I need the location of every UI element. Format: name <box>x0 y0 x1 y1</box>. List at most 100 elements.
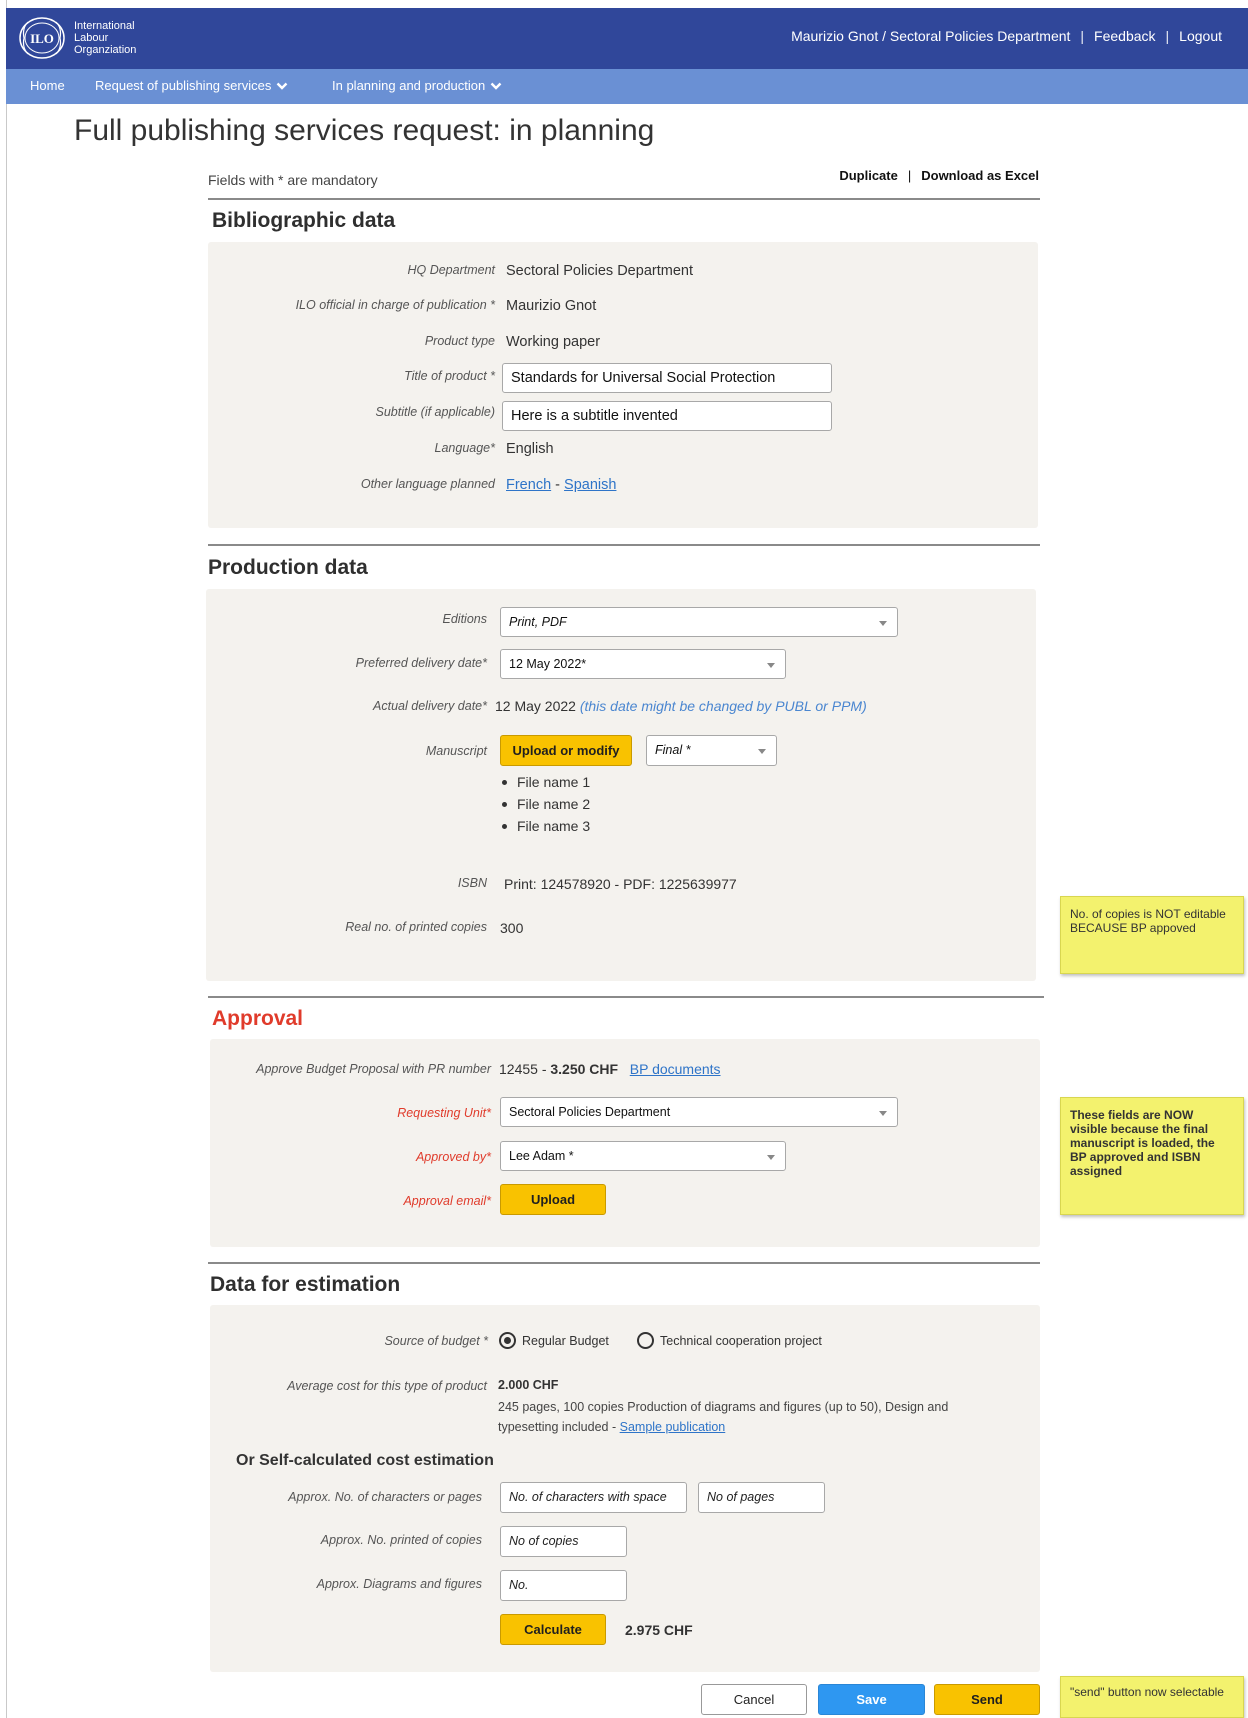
source-of-budget-label: Source of budget * <box>384 1334 488 1348</box>
language-value: English <box>506 441 554 457</box>
chevron-down-icon <box>490 82 502 90</box>
technical-cooperation-radio[interactable]: Technical cooperation project <box>637 1332 822 1349</box>
user-profile-link[interactable]: Maurizio Gnot / Sectoral Policies Depart… <box>791 28 1070 44</box>
editions-label: Editions <box>442 612 487 626</box>
separator: | <box>1080 28 1085 44</box>
approved-by-label: Approved by* <box>415 1150 491 1164</box>
upload-approval-email-button[interactable]: Upload <box>500 1184 606 1215</box>
file-name: File name 2 <box>517 796 591 812</box>
list-item[interactable]: File name 1 <box>502 771 590 793</box>
other-language-label: Other language planned <box>360 477 495 491</box>
bp-label: Approve Budget Proposal with PR number <box>256 1062 491 1076</box>
nav-home[interactable]: Home <box>30 78 65 93</box>
nav-request-menu[interactable]: Request of publishing services <box>95 78 288 93</box>
product-type-label: Product type <box>424 334 495 348</box>
send-button[interactable]: Send <box>934 1684 1040 1715</box>
official-value: Maurizio Gnot <box>506 298 597 314</box>
actual-date-hint: (this date might be changed by PUBL or P… <box>579 698 867 714</box>
copies-value: 300 <box>500 920 524 936</box>
page-title: Full publishing services request: in pla… <box>74 114 655 147</box>
save-button[interactable]: Save <box>818 1684 925 1715</box>
editions-value: Print, PDF <box>509 615 567 629</box>
calculate-button[interactable]: Calculate <box>500 1614 606 1645</box>
sticky-note-send: "send" button now selectable <box>1060 1676 1244 1718</box>
actual-date-value: 12 May 2022 (this date might be changed … <box>495 698 867 714</box>
manuscript-status-value: Final * <box>655 743 691 757</box>
manuscript-status-select[interactable]: Final * <box>646 735 777 766</box>
user-links: Maurizio Gnot / Sectoral Policies Depart… <box>791 28 1222 44</box>
preferred-date-label: Preferred delivery date* <box>355 656 487 670</box>
requesting-unit-value: Sectoral Policies Department <box>509 1105 671 1119</box>
nav-planning-menu[interactable]: In planning and production <box>332 78 502 93</box>
printed-copies-input[interactable]: No of copies <box>500 1526 627 1557</box>
top-actions: Duplicate | Download as Excel <box>839 168 1039 183</box>
file-name: File name 1 <box>517 774 591 790</box>
subtitle-input[interactable]: Here is a subtitle invented <box>502 401 832 431</box>
dropdown-caret-icon <box>879 1111 887 1116</box>
isbn-label: ISBN <box>457 876 487 890</box>
divider <box>208 198 1040 200</box>
language-separator: - <box>555 477 561 493</box>
product-title-input[interactable]: Standards for Universal Social Protectio… <box>502 363 832 393</box>
download-excel-link[interactable]: Download as Excel <box>921 168 1039 183</box>
dropdown-caret-icon <box>767 1155 775 1160</box>
calculated-result: 2.975 CHF <box>625 1622 693 1638</box>
hq-department-value: Sectoral Policies Department <box>506 263 693 279</box>
spanish-link[interactable]: Spanish <box>564 477 616 493</box>
file-name: File name 3 <box>517 818 591 834</box>
top-header: ILO International Labour Organziation Ma… <box>6 8 1248 69</box>
sticky-note-visible-fields: These fields are NOW visible because the… <box>1060 1097 1244 1215</box>
separator: | <box>907 168 912 183</box>
actual-date-label: Actual delivery date* <box>373 699 487 713</box>
dropdown-caret-icon <box>767 663 775 668</box>
characters-input[interactable]: No. of characters with space <box>500 1482 687 1513</box>
chevron-down-icon <box>276 82 288 90</box>
editions-select[interactable]: Print, PDF <box>500 607 898 637</box>
bp-documents-link[interactable]: BP documents <box>630 1061 721 1077</box>
production-title: Production data <box>208 556 368 579</box>
preferred-date-value: 12 May 2022* <box>509 657 587 671</box>
svg-text:ILO: ILO <box>30 31 54 46</box>
nav-request-label: Request of publishing services <box>95 78 272 93</box>
mandatory-note: Fields with * are mandatory <box>208 172 378 188</box>
pages-input[interactable]: No of pages <box>698 1482 825 1513</box>
manuscript-label: Manuscript <box>425 744 487 758</box>
dropdown-caret-icon <box>758 749 766 754</box>
bp-value: 12455 - 3.250 CHF BP documents <box>499 1061 721 1077</box>
list-item[interactable]: File name 3 <box>502 815 590 837</box>
bullet-icon <box>502 823 507 829</box>
language-label: Language* <box>434 441 495 455</box>
regular-budget-radio[interactable]: Regular Budget <box>499 1332 609 1349</box>
nav-planning-label: In planning and production <box>332 78 486 93</box>
logout-link[interactable]: Logout <box>1179 28 1222 44</box>
dropdown-caret-icon <box>879 621 887 626</box>
feedback-link[interactable]: Feedback <box>1094 28 1155 44</box>
duplicate-link[interactable]: Duplicate <box>839 168 898 183</box>
approval-title: Approval <box>212 1007 304 1030</box>
separator: | <box>1165 28 1170 44</box>
technical-cooperation-label: Technical cooperation project <box>660 1333 822 1348</box>
requesting-unit-select[interactable]: Sectoral Policies Department <box>500 1097 898 1127</box>
radio-unchecked-icon <box>637 1332 654 1349</box>
french-link[interactable]: French <box>506 477 551 493</box>
diagrams-input[interactable]: No. <box>500 1570 627 1601</box>
average-cost-label: Average cost for this type of product <box>287 1379 487 1393</box>
divider <box>208 544 1040 546</box>
preferred-date-select[interactable]: 12 May 2022* <box>500 649 786 679</box>
list-item[interactable]: File name 2 <box>502 793 590 815</box>
characters-label: Approx. No. of characters or pages <box>288 1490 482 1504</box>
official-label: ILO official in charge of publication * <box>295 298 495 312</box>
copies-label: Real no. of printed copies <box>345 920 487 934</box>
sample-publication-link[interactable]: Sample publication <box>620 1420 726 1434</box>
bibliographic-title: Bibliographic data <box>212 209 396 232</box>
upload-or-modify-button[interactable]: Upload or modify <box>500 735 632 766</box>
approved-by-select[interactable]: Lee Adam * <box>500 1141 786 1171</box>
page-frame-edge <box>6 0 7 1718</box>
radio-checked-icon <box>499 1332 516 1349</box>
ilo-logo-icon: ILO <box>19 17 65 59</box>
estimation-title: Data for estimation <box>210 1273 401 1296</box>
other-language-value: French - Spanish <box>506 477 616 493</box>
approved-by-value: Lee Adam * <box>509 1149 574 1163</box>
cancel-button[interactable]: Cancel <box>701 1684 807 1715</box>
hq-department-label: HQ Department <box>407 263 495 277</box>
